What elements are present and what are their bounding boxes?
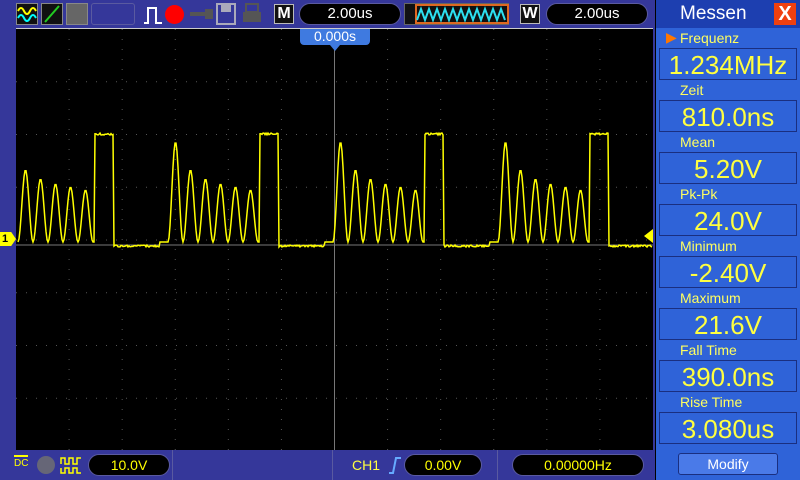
ref-icon[interactable] [66,3,88,25]
window-timebase[interactable]: 2.00us [546,3,648,25]
memory-window[interactable] [404,3,509,25]
measure-value: 3.080us [659,412,797,444]
invert-icon[interactable] [60,456,82,474]
bandwidth-limit-icon[interactable] [37,456,55,474]
channel1-marker[interactable]: 1 [0,232,16,246]
trigger-position-arrow-icon [330,45,340,51]
selected-arrow-icon: ▶ [666,29,677,46]
trigger-level-marker-icon[interactable] [644,229,653,243]
measure-label[interactable]: Mean [656,132,800,152]
modify-button[interactable]: Modify [678,453,778,475]
volts-per-div[interactable]: 10.0V [88,454,170,476]
status-bar: DC 10.0V CH1 0.00V 0.00000Hz [0,450,655,480]
print-icon[interactable] [242,3,262,25]
main-timebase-label: M [274,4,294,24]
measure-value: 1.234MHz [659,48,797,80]
trigger-source[interactable]: CH1 [352,457,380,473]
trigger-position[interactable]: 0.000s [300,29,370,45]
run-stop-icon[interactable] [165,5,184,24]
main-timebase[interactable]: 2.00us [299,3,401,25]
save-icon[interactable] [216,3,236,25]
measure-label[interactable]: Zeit [656,80,800,100]
math-icon[interactable] [41,3,63,25]
measure-label[interactable]: Pk-Pk [656,184,800,204]
measure-label[interactable]: Rise Time [656,392,800,412]
pulse-icon[interactable] [143,5,163,25]
measure-label[interactable]: Minimum [656,236,800,256]
measure-label[interactable]: Frequenz [656,28,800,48]
measure-panel: Messen X ▶ Frequenz 1.234MHz Zeit 810.0ns Mea… [655,0,800,480]
measure-value: 5.20V [659,152,797,184]
measure-value: 21.6V [659,308,797,340]
rising-edge-icon[interactable] [388,456,402,474]
trigger-frequency: 0.00000Hz [512,454,644,476]
measure-value: 810.0ns [659,100,797,132]
measure-value: 24.0V [659,204,797,236]
channels-icon[interactable] [16,3,38,25]
measure-value: 390.0ns [659,360,797,392]
measure-label[interactable]: Maximum [656,288,800,308]
coupling-dc[interactable]: DC [14,455,28,468]
measure-value: -2.40V [659,256,797,288]
trigger-level[interactable]: 0.00V [404,454,482,476]
measure-label[interactable]: Fall Time [656,340,800,360]
key-icon [190,8,214,20]
window-timebase-label: W [520,4,540,24]
close-button[interactable]: X [774,3,796,25]
waveform-display[interactable]: 0.000s [16,28,653,450]
status-box [91,3,135,25]
toolbar: M 2.00us W 2.00us [0,0,655,28]
